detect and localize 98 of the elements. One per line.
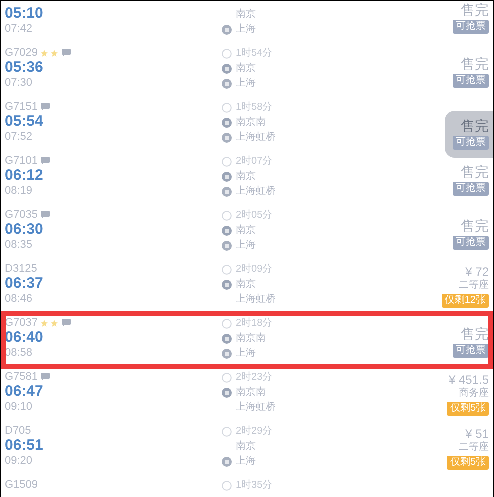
train-number: G1509: [5, 480, 38, 490]
duration: 2时29分: [236, 427, 273, 437]
station-icon: [222, 457, 232, 467]
duration: 2时18分: [236, 319, 273, 329]
station-icon: [222, 349, 232, 359]
station-name: 上海虹桥: [236, 133, 276, 143]
duration: 2时07分: [236, 157, 273, 167]
sold-out-label: 售完: [461, 119, 489, 133]
duration: 1时58分: [236, 103, 273, 113]
departure-time: 06:47: [5, 384, 44, 399]
train-number: D3125: [5, 264, 38, 274]
duration: 2时05分: [236, 211, 273, 221]
arrival-time: 09:20: [5, 456, 34, 467]
arrival-time: 08:35: [5, 240, 34, 251]
grab-ticket-tag[interactable]: 可抢票: [453, 344, 489, 358]
train-number: G7581: [5, 372, 38, 382]
duration: 2时09分: [236, 265, 273, 275]
clock-icon: [222, 373, 232, 383]
departure-time: 05:36: [5, 60, 44, 75]
arrival-time: 07:52: [5, 132, 34, 143]
grab-ticket-tag[interactable]: 可抢票: [453, 136, 489, 150]
remaining-tag: 仅剩5张: [447, 402, 489, 416]
arrival-time: 08:58: [5, 348, 34, 359]
station-name: 上海: [236, 457, 256, 467]
station-name: 南京: [236, 64, 256, 74]
price: ¥ 72: [466, 266, 489, 278]
station-icon: [222, 64, 232, 74]
station-name: 上海虹桥: [236, 295, 276, 305]
sold-out-label: 售完: [461, 57, 489, 71]
departure-time: 06:30: [5, 222, 44, 237]
station-name: 南京: [236, 226, 256, 236]
station-icon: [222, 187, 232, 197]
train-number: D705: [5, 426, 32, 436]
station-name: 上海: [236, 79, 256, 89]
station-icon: [222, 79, 232, 89]
station-name: 上海虹桥: [236, 187, 276, 197]
station-icon: [222, 172, 232, 182]
train-number: G7035: [5, 210, 38, 220]
train-number: G7037: [5, 318, 38, 328]
clock-icon: [222, 265, 232, 275]
train-number: G7151: [5, 102, 38, 112]
grab-ticket-tag[interactable]: 可抢票: [453, 236, 489, 250]
station-name: 南京南: [236, 118, 266, 128]
departure-time: 05:10: [5, 6, 44, 21]
clock-icon: [222, 157, 232, 167]
station-icon: [222, 133, 232, 143]
grab-ticket-tag[interactable]: 可抢票: [453, 20, 489, 34]
grab-ticket-tag[interactable]: 可抢票: [453, 74, 489, 88]
arrival-time: 08:19: [5, 186, 34, 197]
price: ¥ 51: [466, 428, 489, 440]
duration: 1时35分: [236, 481, 273, 491]
station-name: 南京: [236, 10, 256, 20]
remaining-tag: 仅剩12张: [442, 294, 489, 308]
seat-class: 二等座: [459, 281, 489, 291]
arrival-time: 08:46: [5, 294, 34, 305]
price: ¥ 451.5: [448, 374, 489, 386]
grab-ticket-tag[interactable]: 可抢票: [453, 182, 489, 196]
sold-out-label: 售完: [461, 327, 489, 341]
station-icon: [222, 388, 232, 398]
station-icon: [222, 25, 232, 35]
clock-icon: [222, 103, 232, 113]
station-icon: [222, 226, 232, 236]
arrival-time: 09:10: [5, 402, 34, 413]
sold-out-label: 售完: [461, 219, 489, 233]
station-name: 南京: [236, 280, 256, 290]
seat-class: 商务座: [459, 389, 489, 399]
duration: 2时23分: [236, 373, 273, 383]
duration: 1时54分: [236, 49, 273, 59]
train-number: G7101: [5, 156, 38, 166]
seat-class: 二等座: [459, 443, 489, 453]
departure-time: 06:40: [5, 330, 44, 345]
station-icon: [222, 118, 232, 128]
station-name: 南京南: [236, 334, 266, 344]
clock-icon: [222, 481, 232, 491]
clock-icon: [222, 211, 232, 221]
remaining-tag: 仅剩5张: [447, 456, 489, 470]
departure-time: 06:12: [5, 168, 44, 183]
station-name: 上海虹桥: [236, 403, 276, 413]
arrival-time: 07:42: [5, 24, 34, 35]
arrival-time: 07:30: [5, 78, 34, 89]
clock-icon: [222, 319, 232, 329]
departure-time: 06:37: [5, 276, 44, 291]
departure-time: 06:51: [5, 438, 44, 453]
station-icon: [222, 334, 232, 344]
clock-icon: [222, 427, 232, 437]
station-icon: [222, 280, 232, 290]
station-name: 南京: [236, 442, 256, 452]
clock-icon: [222, 49, 232, 59]
station-name: 上海: [236, 241, 256, 251]
station-name: 上海: [236, 349, 256, 359]
station-icon: [222, 241, 232, 251]
station-name: 南京南: [236, 388, 266, 398]
station-name: 上海: [236, 25, 256, 35]
station-name: 南京: [236, 172, 256, 182]
sold-out-label: 售完: [461, 3, 489, 17]
departure-time: 05:54: [5, 114, 44, 129]
sold-out-label: 售完: [461, 165, 489, 179]
train-number: G7029: [5, 48, 38, 58]
